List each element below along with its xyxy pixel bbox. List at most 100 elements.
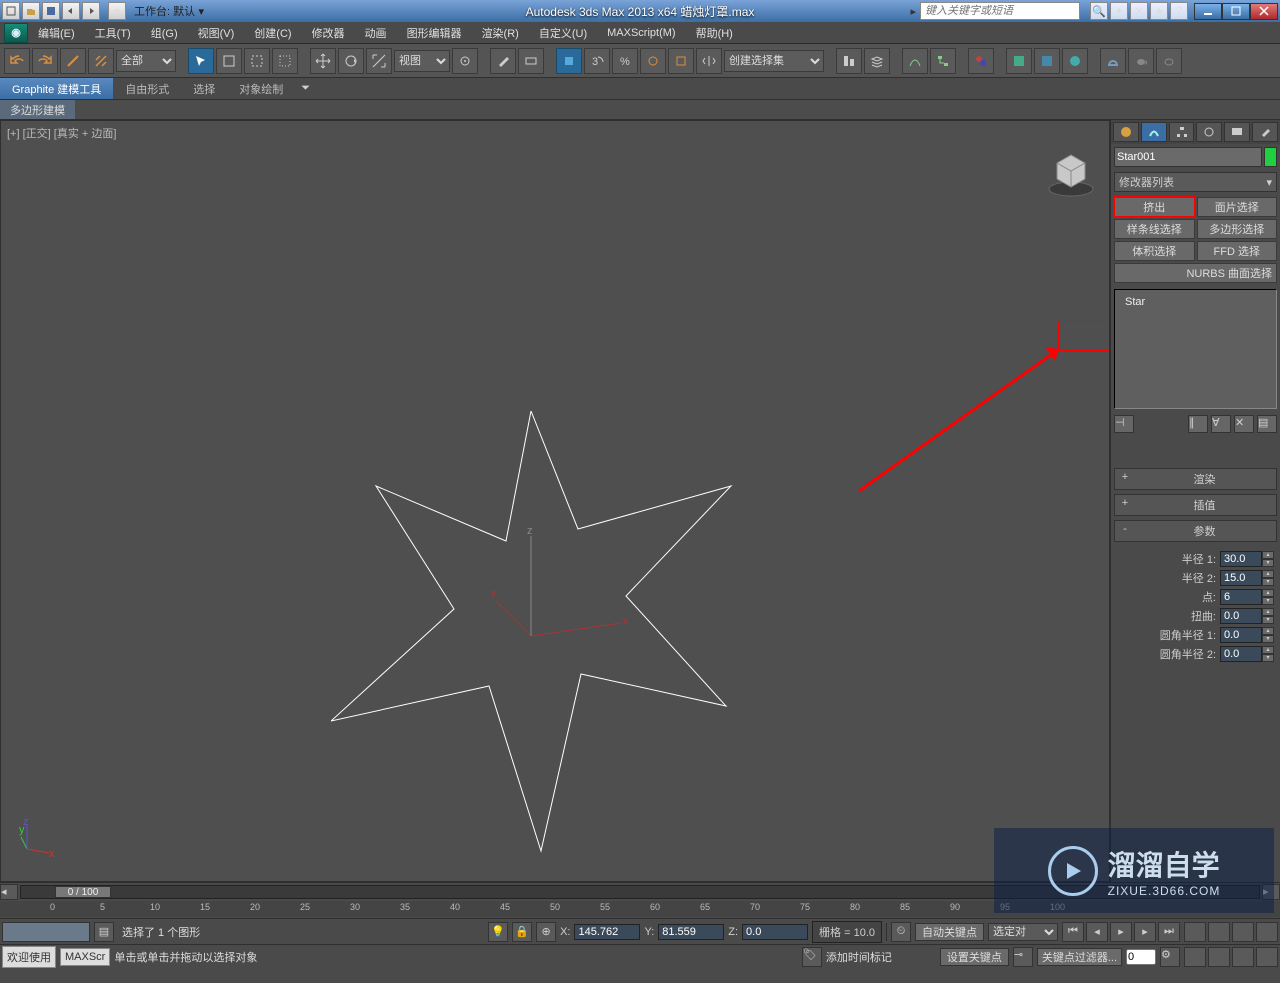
menu-grapheditors[interactable]: 图形编辑器: [397, 22, 472, 43]
render-frame-icon[interactable]: [1034, 48, 1060, 74]
menu-group[interactable]: 组(G): [141, 22, 188, 43]
spinner-down-icon[interactable]: ▾: [1262, 635, 1274, 643]
param-r1-input[interactable]: [1220, 551, 1262, 567]
lock-selection-icon[interactable]: 💡: [488, 922, 508, 942]
goto-start-icon[interactable]: ⏮: [1062, 922, 1084, 942]
ribbon-expand-icon[interactable]: ⏷: [295, 78, 316, 99]
qat-new-icon[interactable]: [2, 2, 20, 20]
window-maximize-button[interactable]: [1222, 3, 1250, 20]
timetag-icon[interactable]: 🏷: [802, 947, 822, 967]
move-icon[interactable]: [310, 48, 336, 74]
coord-z-input[interactable]: [742, 924, 808, 940]
modifier-ffdsel-button[interactable]: FFD 选择: [1197, 241, 1278, 261]
spinner-down-icon[interactable]: ▾: [1262, 597, 1274, 605]
qat-open-icon[interactable]: [22, 2, 40, 20]
key-filter-dropdown[interactable]: 选定对: [988, 923, 1058, 941]
viewcube[interactable]: [1041, 131, 1101, 201]
exchange-icon[interactable]: ✕: [1130, 2, 1148, 20]
panel-tab-modify-icon[interactable]: [1141, 122, 1167, 142]
application-menu-icon[interactable]: ◉: [4, 23, 28, 43]
star-spline-object[interactable]: [331, 411, 771, 881]
play-icon[interactable]: ▸: [1110, 922, 1132, 942]
spinner-up-icon[interactable]: ▴: [1262, 551, 1274, 559]
spinner-up-icon[interactable]: ▴: [1262, 589, 1274, 597]
trackbar-mini[interactable]: [2, 922, 90, 942]
menu-modifiers[interactable]: 修改器: [302, 22, 355, 43]
panel-tab-utilities-icon[interactable]: [1252, 122, 1278, 142]
menu-help[interactable]: 帮助(H): [686, 22, 743, 43]
coord-y-input[interactable]: [658, 924, 724, 940]
favorite-icon[interactable]: ★: [1150, 2, 1168, 20]
named-selection-dropdown[interactable]: 创建选择集: [724, 50, 824, 72]
selection-filter-dropdown[interactable]: 全部: [116, 50, 176, 72]
render-setup-icon[interactable]: [1006, 48, 1032, 74]
tab-selection[interactable]: 选择: [181, 78, 227, 99]
teapot-icon[interactable]: [1128, 48, 1154, 74]
unlink-icon[interactable]: [88, 48, 114, 74]
qat-undo-icon[interactable]: [62, 2, 80, 20]
spinner-up-icon[interactable]: ▴: [1262, 646, 1274, 654]
modifier-facesel-button[interactable]: 面片选择: [1197, 197, 1278, 217]
link-icon[interactable]: [60, 48, 86, 74]
modifier-list-dropdown[interactable]: 修改器列表▾: [1114, 172, 1277, 192]
time-slider-knob[interactable]: 0 / 100: [55, 886, 111, 898]
object-color-swatch[interactable]: [1264, 147, 1277, 167]
tab-graphite[interactable]: Graphite 建模工具: [0, 78, 113, 99]
modifier-stack[interactable]: Star: [1114, 289, 1277, 409]
manipulate-icon[interactable]: [490, 48, 516, 74]
show-end-result-icon[interactable]: ∥: [1188, 415, 1208, 433]
menu-create[interactable]: 创建(C): [244, 22, 301, 43]
param-filletr2-input[interactable]: [1220, 646, 1262, 662]
panel-tab-create-icon[interactable]: [1113, 122, 1139, 142]
search-icon[interactable]: 🔍: [1090, 2, 1108, 20]
current-frame-input[interactable]: [1126, 949, 1156, 965]
spinner-up-icon[interactable]: ▴: [1262, 627, 1274, 635]
spinner-down-icon[interactable]: ▾: [1262, 654, 1274, 662]
menu-views[interactable]: 视图(V): [188, 22, 245, 43]
mini-listener-icon[interactable]: ▤: [94, 922, 114, 942]
redo-icon[interactable]: [32, 48, 58, 74]
param-distortion-input[interactable]: [1220, 608, 1262, 624]
modifier-nurbs-button[interactable]: NURBS 曲面选择: [1114, 263, 1277, 283]
menu-animation[interactable]: 动画: [355, 22, 397, 43]
qat-redo-icon[interactable]: [82, 2, 100, 20]
rollout-interpolation[interactable]: +插值: [1114, 494, 1277, 516]
select-by-name-icon[interactable]: [216, 48, 242, 74]
qat-project-icon[interactable]: ▾: [108, 2, 126, 20]
align-icon[interactable]: [836, 48, 862, 74]
spinner-down-icon[interactable]: ▾: [1262, 578, 1274, 586]
angle-snap-icon[interactable]: 3: [584, 48, 610, 74]
maxscript-label[interactable]: MAXScr: [60, 948, 110, 966]
time-config-icon2[interactable]: ⚙: [1160, 947, 1180, 967]
remove-modifier-icon[interactable]: ✕: [1234, 415, 1254, 433]
stack-item-star[interactable]: Star: [1119, 294, 1272, 310]
mirror-icon[interactable]: [696, 48, 722, 74]
ref-coord-dropdown[interactable]: 视图: [394, 50, 450, 72]
param-filletr1-input[interactable]: [1220, 627, 1262, 643]
edit-named-sel-icon[interactable]: [668, 48, 694, 74]
pivot-center-icon[interactable]: [452, 48, 478, 74]
rollout-render[interactable]: +渲染: [1114, 468, 1277, 490]
viewport[interactable]: [+] [正交] [真实 + 边面] x y z: [0, 120, 1110, 882]
undo-icon[interactable]: [4, 48, 30, 74]
prev-frame-icon[interactable]: ◂: [1086, 922, 1108, 942]
modifier-polysel-button[interactable]: 多边形选择: [1197, 219, 1278, 239]
panel-polymodeling[interactable]: 多边形建模: [0, 100, 75, 119]
coord-x-input[interactable]: [574, 924, 640, 940]
scale-icon[interactable]: [366, 48, 392, 74]
param-points-input[interactable]: [1220, 589, 1262, 605]
window-minimize-button[interactable]: [1194, 3, 1222, 20]
pan-icon[interactable]: [1184, 947, 1206, 967]
window-close-button[interactable]: [1250, 3, 1278, 20]
spinner-up-icon[interactable]: ▴: [1262, 608, 1274, 616]
menu-tools[interactable]: 工具(T): [85, 22, 141, 43]
help-search-input[interactable]: [920, 2, 1080, 20]
zoom-all-icon[interactable]: [1208, 922, 1230, 942]
workspace-selector[interactable]: 工作台: 默认 ▾: [134, 3, 204, 19]
window-crossing-icon[interactable]: [272, 48, 298, 74]
menu-edit[interactable]: 编辑(E): [28, 22, 85, 43]
rollout-parameters[interactable]: -参数: [1114, 520, 1277, 542]
param-r2-input[interactable]: [1220, 570, 1262, 586]
help-icon[interactable]: ?: [1170, 2, 1188, 20]
search-chevron-icon[interactable]: ▸: [910, 5, 916, 18]
